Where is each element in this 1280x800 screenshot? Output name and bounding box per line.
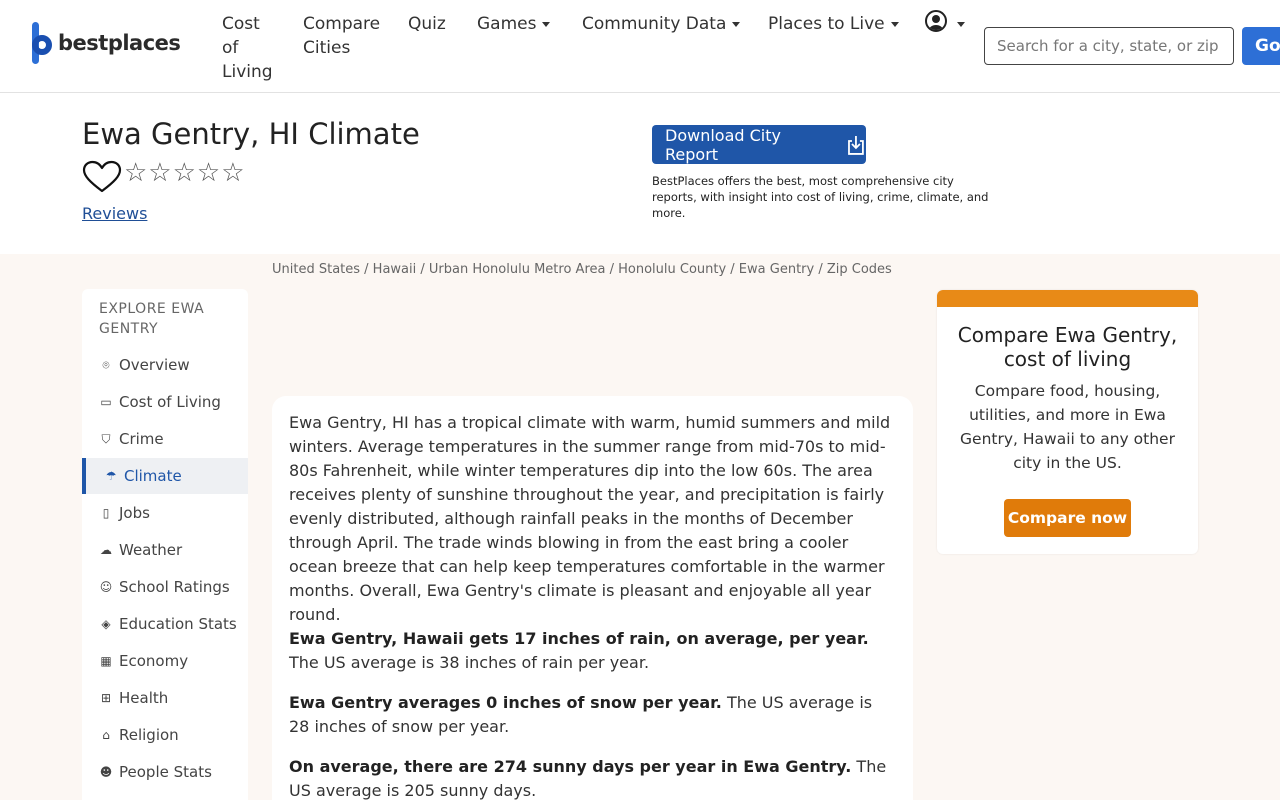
sidebar-item-cost-of-living[interactable]: ▭ Cost of Living [82, 384, 248, 420]
sidebar-item-crime[interactable]: ⛉ Crime [82, 421, 248, 457]
nav-cost-of-living[interactable]: Cost of Living [222, 12, 273, 84]
snow-summary: Ewa Gentry averages 0 inches of snow per… [289, 691, 896, 739]
nav-cost-of-living-line3: Living [222, 62, 273, 82]
shield-icon: ⛉ [101, 432, 111, 446]
sidebar-item-label: Education Stats [119, 615, 237, 633]
nav-cost-of-living-line2: of [222, 38, 239, 58]
sidebar-item-jobs[interactable]: ▯ Jobs [82, 495, 248, 531]
sidebar-heading: EXPLORE EWA GENTRY [99, 301, 205, 337]
chevron-down-icon [890, 21, 899, 27]
chevron-down-icon[interactable] [957, 22, 965, 27]
umbrella-icon: ☂ [105, 469, 117, 483]
download-city-report-button[interactable]: Download City Report [652, 125, 866, 164]
user-account-icon[interactable] [925, 10, 947, 32]
sidebar-item-education-stats[interactable]: ◈ Education Stats [82, 606, 248, 642]
sidebar-item-weather[interactable]: ☁ Weather [82, 532, 248, 568]
sidebar-item-label: Overview [119, 356, 190, 374]
sidebar-item-label: Weather [119, 541, 183, 559]
sidebar-item-label: Health [119, 689, 169, 707]
sun-summary: On average, there are 274 sunny days per… [289, 755, 896, 800]
sidebar-item-economy[interactable]: ▦ Economy [82, 643, 248, 679]
compare-card-description: Compare food, housing, utilities, and mo… [960, 382, 1175, 472]
graduation-cap-icon: ◈ [101, 617, 111, 631]
sun-summary-bold: On average, there are 274 sunny days per… [289, 757, 852, 776]
sidebar-item-label: Economy [119, 652, 189, 670]
nav-quiz-label: Quiz [408, 14, 446, 34]
rain-summary-rest: The US average is 38 inches of rain per … [289, 653, 650, 672]
logo-mark-icon [30, 22, 52, 64]
people-icon: ☻ [99, 765, 113, 779]
bank-icon: ▦ [100, 654, 112, 668]
nav-compare-cities[interactable]: Compare Cities [303, 12, 380, 60]
sidebar-item-label: Crime [119, 430, 164, 448]
sidebar-item-label: Climate [124, 467, 182, 485]
compare-card-accent-bar [937, 290, 1198, 307]
nav-community-data-label: Community Data [582, 14, 727, 34]
nav-compare-cities-line2: Cities [303, 38, 351, 58]
page-title: Ewa Gentry, HI Climate [82, 117, 420, 151]
bestplaces-logo[interactable]: bestplaces [30, 22, 181, 64]
compare-now-button[interactable]: Compare now [1004, 499, 1131, 537]
nav-places-to-live-label: Places to Live [768, 14, 885, 34]
site-header: bestplaces Cost of Living Compare Cities… [0, 0, 1280, 93]
sidebar-item-label: Religion [119, 726, 179, 744]
nav-compare-cities-line1: Compare [303, 14, 381, 34]
chevron-down-icon [542, 21, 551, 27]
compare-card-title: Compare Ewa Gentry, cost of living [957, 323, 1178, 371]
school-icon: ☺ [99, 580, 113, 594]
breadcrumb[interactable]: United States / Hawaii / Urban Honolulu … [272, 262, 892, 277]
sidebar-item-religion[interactable]: ⌂ Religion [82, 717, 248, 753]
nav-places-to-live[interactable]: Places to Live [768, 12, 899, 36]
nav-quiz[interactable]: Quiz [408, 12, 446, 36]
logo-text: bestplaces [58, 31, 181, 55]
reviews-link[interactable]: Reviews [82, 204, 147, 223]
climate-content-card: Ewa Gentry, HI has a tropical climate wi… [272, 396, 913, 800]
sidebar-item-label: School Ratings [119, 578, 230, 596]
snow-summary-bold: Ewa Gentry averages 0 inches of snow per… [289, 693, 722, 712]
sidebar-item-health[interactable]: ⊞ Health [82, 680, 248, 716]
nav-games[interactable]: Games [477, 12, 551, 36]
explore-sidebar: EXPLORE EWA GENTRY ⌾ Overview ▭ Cost of … [82, 289, 248, 800]
chevron-down-icon [732, 21, 741, 27]
nav-cost-of-living-line1: Cost [222, 14, 260, 34]
clipboard-icon: ▯ [102, 506, 110, 520]
church-icon: ⌂ [102, 728, 110, 742]
nav-community-data[interactable]: Community Data [582, 12, 741, 36]
sidebar-item-overview[interactable]: ⌾ Overview [82, 347, 248, 383]
heart-icon[interactable] [82, 160, 122, 194]
city-search-input[interactable] [984, 27, 1234, 65]
nav-games-label: Games [477, 14, 537, 34]
sidebar-item-label: Cost of Living [119, 393, 221, 411]
map-pin-icon: ⌾ [102, 358, 110, 372]
sidebar-item-people-stats[interactable]: ☻ People Stats [82, 754, 248, 790]
download-note: BestPlaces offers the best, most compreh… [652, 174, 989, 220]
download-icon [848, 135, 864, 155]
rating-stars[interactable]: ☆☆☆☆☆ [124, 158, 246, 188]
climate-intro: Ewa Gentry, HI has a tropical climate wi… [289, 413, 891, 624]
sidebar-item-school-ratings[interactable]: ☺ School Ratings [82, 569, 248, 605]
wallet-icon: ▭ [100, 395, 112, 409]
download-button-label: Download City Report [665, 125, 781, 164]
rain-summary-bold: Ewa Gentry, Hawaii gets 17 inches of rai… [289, 629, 869, 648]
compare-cost-card: Compare Ewa Gentry, cost of living Compa… [937, 290, 1198, 554]
rain-summary: Ewa Gentry, Hawaii gets 17 inches of rai… [289, 627, 896, 675]
sidebar-item-climate[interactable]: ☂ Climate [82, 458, 248, 494]
cloud-rain-icon: ☁ [100, 543, 112, 557]
sidebar-item-label: People Stats [119, 763, 212, 781]
sidebar-item-label: Jobs [119, 504, 150, 522]
go-button[interactable]: Go [1242, 27, 1280, 65]
first-aid-icon: ⊞ [100, 691, 112, 705]
